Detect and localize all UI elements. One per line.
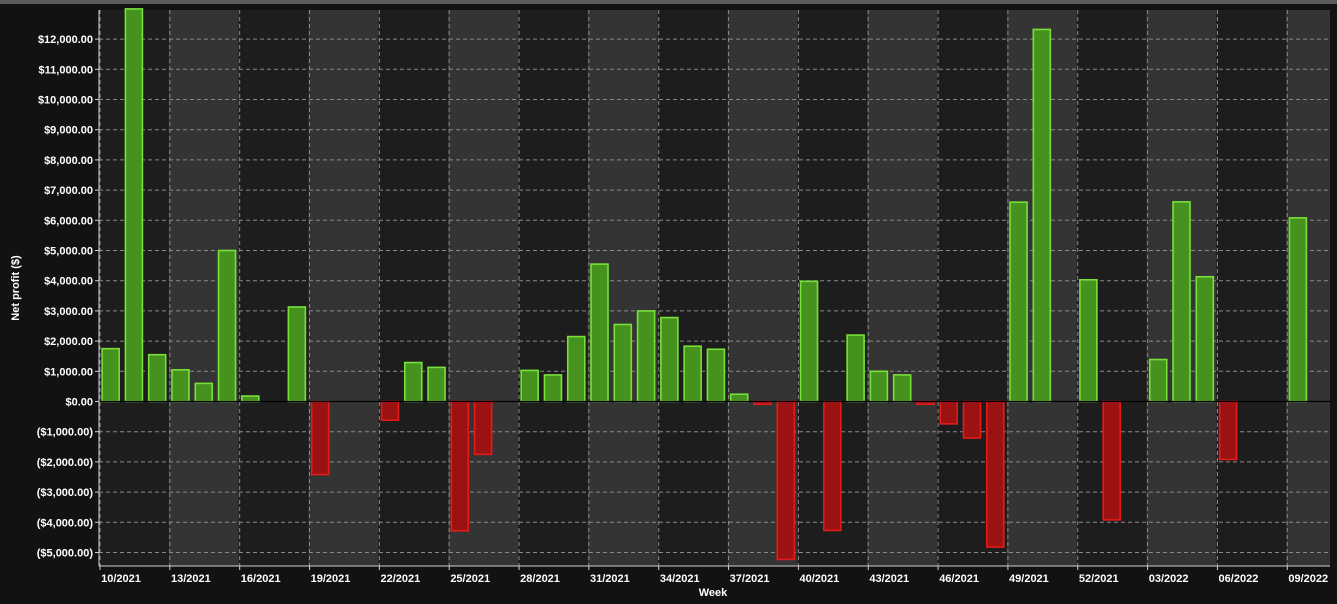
x-tick-label: 03/2022 bbox=[1149, 573, 1189, 585]
x-axis-ticks: 10/2021 13/2021 16/2021 19/2021 22/2021 25/20… bbox=[99, 566, 1328, 585]
y-tick-label: $3,000.00 bbox=[44, 306, 93, 318]
x-tick-label: 34/2021 bbox=[660, 573, 700, 585]
bar-28-2021 bbox=[520, 369, 539, 403]
y-axis-ticks: $12,000.00 $11,000.00 $10,000.00 $9,000.00 $… bbox=[37, 34, 99, 560]
bar-06-2022 bbox=[1218, 400, 1238, 461]
y-tick-label: ($1,000.00) bbox=[37, 427, 94, 439]
x-tick-label: 40/2021 bbox=[800, 573, 840, 585]
bar-39-2021 bbox=[776, 400, 796, 561]
bar-36-2021 bbox=[706, 348, 726, 403]
x-tick-label: 52/2021 bbox=[1079, 573, 1119, 585]
bar-12-2021 bbox=[147, 353, 167, 403]
y-tick-label: ($3,000.00) bbox=[37, 487, 94, 499]
bar-22-2021 bbox=[380, 400, 400, 422]
bar-34-2021 bbox=[660, 316, 679, 403]
y-tick-label: $1,000.00 bbox=[44, 366, 93, 378]
bar-42-2021 bbox=[846, 334, 865, 403]
bar-46-2021 bbox=[939, 400, 959, 425]
y-tick-label: $12,000.00 bbox=[38, 34, 93, 46]
bar-26-2021 bbox=[473, 400, 493, 456]
x-tick-label: 19/2021 bbox=[311, 573, 351, 585]
y-tick-label: ($5,000.00) bbox=[37, 548, 94, 560]
bar-10-2021 bbox=[101, 347, 120, 403]
bar-33-2021 bbox=[636, 310, 656, 403]
y-tick-label: $4,000.00 bbox=[44, 276, 93, 288]
x-tick-label: 37/2021 bbox=[730, 573, 770, 585]
x-tick-label: 46/2021 bbox=[939, 573, 979, 585]
y-tick-label: $0.00 bbox=[65, 397, 93, 409]
x-tick-label: 13/2021 bbox=[171, 573, 211, 585]
bar-32-2021 bbox=[613, 323, 633, 403]
y-tick-label: $2,000.00 bbox=[44, 336, 93, 348]
net-profit-chart: $12,000.00 $11,000.00 $10,000.00 $9,000.00 $… bbox=[10, 8, 1330, 599]
x-tick-label: 49/2021 bbox=[1009, 573, 1049, 585]
bar-50-2021 bbox=[1032, 28, 1052, 403]
x-tick-label: 22/2021 bbox=[380, 573, 420, 585]
bar-44-2021 bbox=[892, 374, 912, 403]
x-tick-label: 16/2021 bbox=[241, 573, 281, 585]
bar-09-2022 bbox=[1288, 217, 1308, 403]
bar-23-2021 bbox=[403, 361, 423, 403]
y-tick-label: $10,000.00 bbox=[38, 95, 93, 107]
x-tick-label: 06/2022 bbox=[1219, 573, 1259, 585]
background-band bbox=[308, 10, 379, 566]
bar-11-2021 bbox=[124, 8, 144, 403]
background-band bbox=[867, 10, 938, 566]
bar-30-2021 bbox=[566, 335, 586, 403]
bar-37-2021 bbox=[729, 393, 749, 403]
bar-24-2021 bbox=[427, 366, 446, 403]
bar-25-2021 bbox=[450, 400, 470, 532]
bar-49-2021 bbox=[1009, 201, 1028, 403]
bar-05-2022 bbox=[1195, 275, 1215, 403]
bar-29-2021 bbox=[543, 374, 563, 403]
bar-35-2021 bbox=[683, 345, 702, 403]
bar-18-2021 bbox=[287, 306, 307, 403]
y-tick-label: $7,000.00 bbox=[44, 185, 93, 197]
bar-43-2021 bbox=[869, 370, 889, 403]
y-tick-label: $8,000.00 bbox=[44, 155, 93, 167]
y-axis-title: Net profit ($) bbox=[10, 255, 22, 321]
bar-14-2021 bbox=[194, 382, 214, 403]
bar-47-2021 bbox=[962, 400, 982, 439]
x-tick-label: 43/2021 bbox=[869, 573, 909, 585]
x-tick-label: 10/2021 bbox=[101, 573, 141, 585]
bar-03-2022 bbox=[1148, 358, 1168, 403]
x-axis-title: Week bbox=[699, 587, 728, 599]
bar-41-2021 bbox=[823, 400, 842, 532]
bar-52-2021 bbox=[1079, 278, 1098, 403]
bar-01-2022 bbox=[1102, 400, 1121, 521]
y-tick-label: $5,000.00 bbox=[44, 246, 93, 258]
y-tick-label: $6,000.00 bbox=[44, 215, 93, 227]
bar-04-2022 bbox=[1172, 201, 1191, 403]
y-tick-label: $9,000.00 bbox=[44, 125, 93, 137]
bar-15-2021 bbox=[217, 249, 237, 403]
bar-19-2021 bbox=[310, 400, 330, 476]
x-tick-label: 28/2021 bbox=[520, 573, 560, 585]
bar-48-2021 bbox=[985, 400, 1005, 548]
bar-13-2021 bbox=[171, 368, 190, 403]
y-tick-label: ($2,000.00) bbox=[37, 457, 94, 469]
bar-16-2021 bbox=[241, 395, 260, 403]
y-tick-label: $11,000.00 bbox=[39, 64, 93, 76]
bar-31-2021 bbox=[590, 263, 609, 403]
x-tick-label: 25/2021 bbox=[450, 573, 490, 585]
x-tick-label: 09/2022 bbox=[1288, 573, 1328, 585]
plot-background bbox=[99, 10, 1330, 566]
y-tick-label: ($4,000.00) bbox=[37, 517, 94, 529]
bar-40-2021 bbox=[799, 280, 819, 403]
x-tick-label: 31/2021 bbox=[590, 573, 630, 585]
background-bands bbox=[99, 10, 1330, 566]
